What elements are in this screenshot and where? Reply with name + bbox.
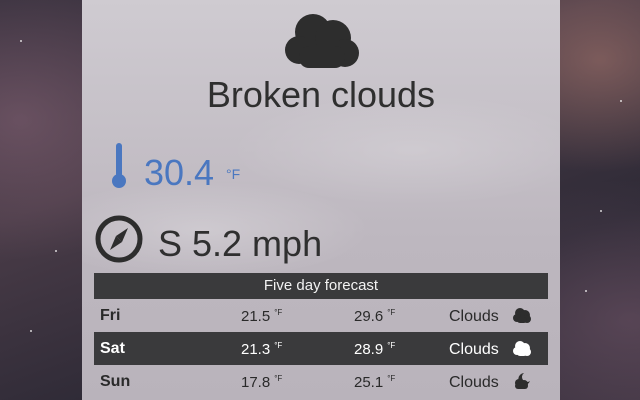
forecast-table: Five day forecast Fri 21.5 °F 29.6 °F Clou…	[94, 273, 548, 398]
temperature-unit: °F	[226, 166, 241, 182]
forecast-day: Fri	[100, 307, 121, 324]
forecast-high: 25.1 °F	[354, 374, 396, 391]
compass-icon	[95, 215, 143, 263]
forecast-high: 29.6 °F	[354, 308, 396, 325]
cloud-icon	[513, 308, 531, 323]
forecast-description: Clouds	[449, 308, 499, 325]
forecast-high: 28.9 °F	[354, 341, 396, 358]
desktop-background: Broken clouds 30.4 °F S 5.2 mph Five day…	[0, 0, 640, 400]
weather-panel: Broken clouds 30.4 °F S 5.2 mph Five day…	[82, 0, 560, 400]
forecast-day: Sat	[100, 340, 125, 357]
forecast-row[interactable]: Fri 21.5 °F 29.6 °F Clouds	[94, 299, 548, 332]
cloud-icon	[513, 341, 531, 356]
forecast-description: Clouds	[449, 341, 499, 358]
thermometer-icon	[112, 143, 126, 188]
wind-speed: S 5.2 mph	[158, 223, 323, 264]
forecast-low: 21.5 °F	[241, 308, 283, 325]
current-temperature: 30.4	[144, 152, 215, 193]
cloud-night-icon	[515, 373, 530, 389]
forecast-low: 17.8 °F	[241, 374, 283, 391]
condition-text: Broken clouds	[206, 74, 436, 115]
forecast-description: Clouds	[449, 374, 499, 391]
broken-clouds-icon	[285, 14, 359, 68]
forecast-low: 21.3 °F	[241, 341, 283, 358]
forecast-row[interactable]: Sat 21.3 °F 28.9 °F Clouds	[94, 332, 548, 365]
forecast-row[interactable]: Sun 17.8 °F 25.1 °F Clouds	[94, 365, 548, 398]
forecast-day: Sun	[100, 373, 131, 390]
forecast-title: Five day forecast	[94, 273, 548, 299]
